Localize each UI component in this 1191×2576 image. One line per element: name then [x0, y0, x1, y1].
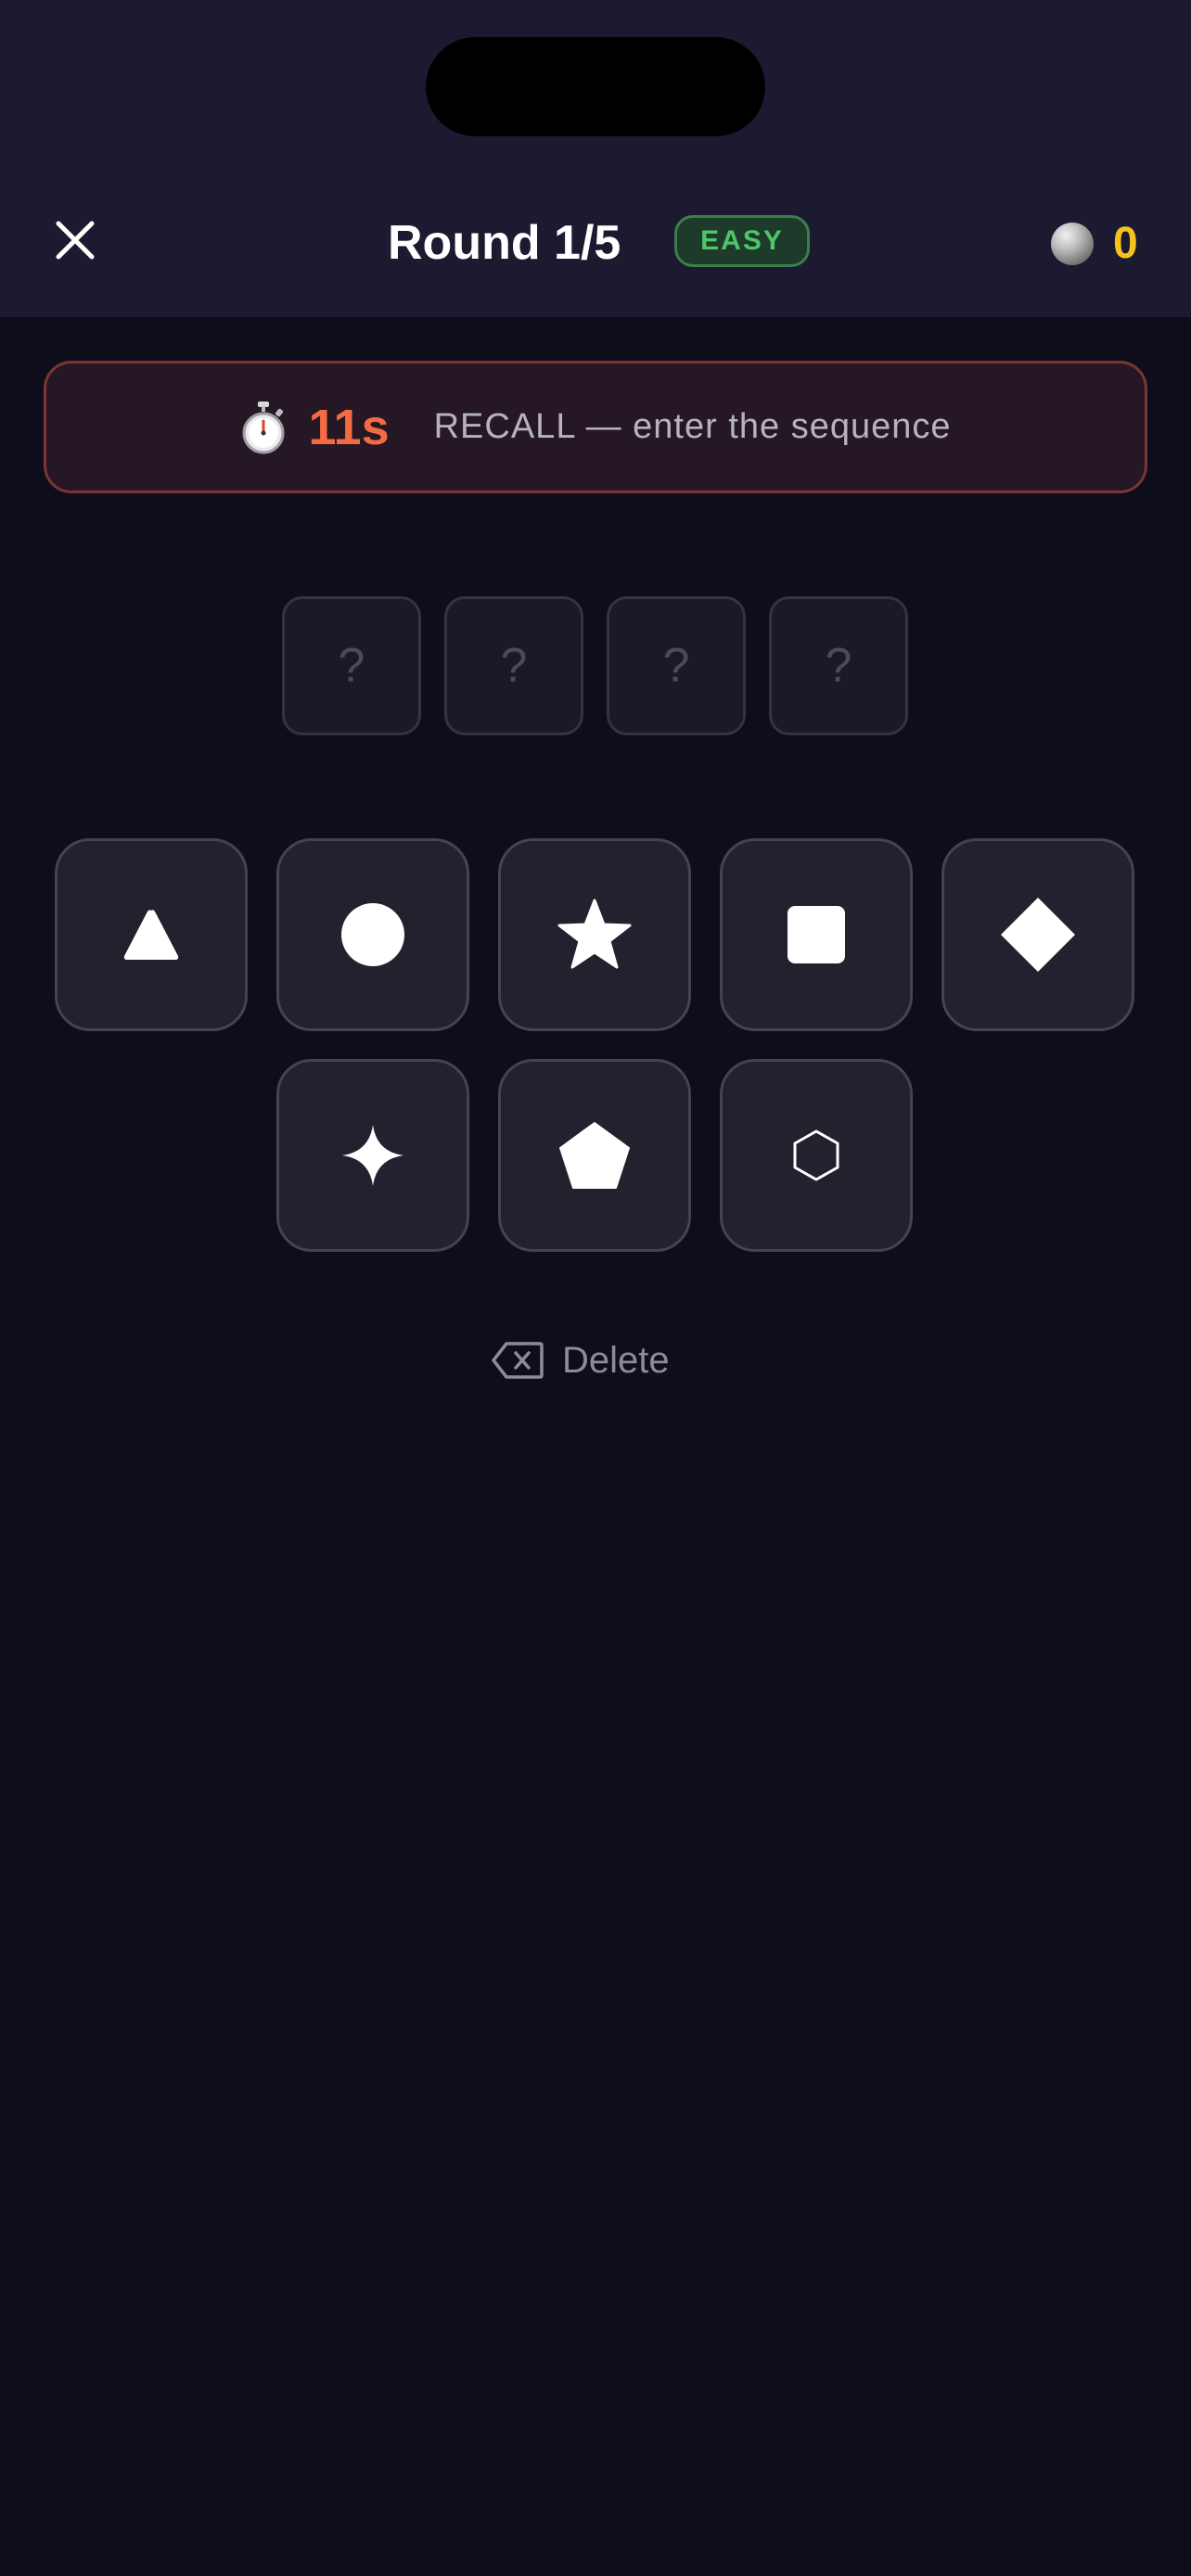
timer-banner: 11s RECALL — enter the sequence	[44, 361, 1147, 493]
stopwatch-icon	[242, 401, 285, 453]
diamond-button[interactable]	[941, 838, 1134, 1031]
hexagon-button[interactable]	[720, 1059, 913, 1252]
diamond-icon	[1001, 898, 1075, 972]
sparkle-button[interactable]	[276, 1059, 469, 1252]
round-title: Round 1/5	[388, 216, 621, 270]
hexagon-icon	[793, 1129, 839, 1181]
delete-button[interactable]: Delete	[492, 1333, 670, 1388]
star-button[interactable]	[498, 838, 691, 1031]
coin-icon	[1051, 223, 1094, 265]
sequence-slot[interactable]: ?	[769, 596, 908, 735]
pentagon-icon	[559, 1122, 630, 1189]
star-icon	[557, 899, 632, 969]
square-button[interactable]	[720, 838, 913, 1031]
sequence-slot[interactable]: ?	[444, 596, 583, 735]
top-bar: Round 1/5 EASY 0	[0, 0, 1191, 317]
timer-seconds: 11s	[308, 399, 390, 455]
close-button[interactable]	[45, 210, 106, 271]
backspace-icon	[492, 1342, 544, 1379]
sequence-slot[interactable]: ?	[282, 596, 421, 735]
dynamic-island	[426, 37, 765, 136]
circle-icon	[341, 903, 404, 966]
circle-button[interactable]	[276, 838, 469, 1031]
close-icon	[56, 221, 95, 260]
delete-label: Delete	[562, 1339, 670, 1381]
sparkle-icon	[342, 1125, 403, 1186]
pentagon-button[interactable]	[498, 1059, 691, 1252]
difficulty-badge: EASY	[674, 215, 810, 267]
triangle-icon	[123, 910, 179, 960]
triangle-button[interactable]	[55, 838, 248, 1031]
sequence-slot[interactable]: ?	[607, 596, 746, 735]
coin-count: 0	[1113, 219, 1138, 268]
timer-hint: RECALL — enter the sequence	[433, 407, 952, 446]
square-icon	[788, 906, 845, 963]
